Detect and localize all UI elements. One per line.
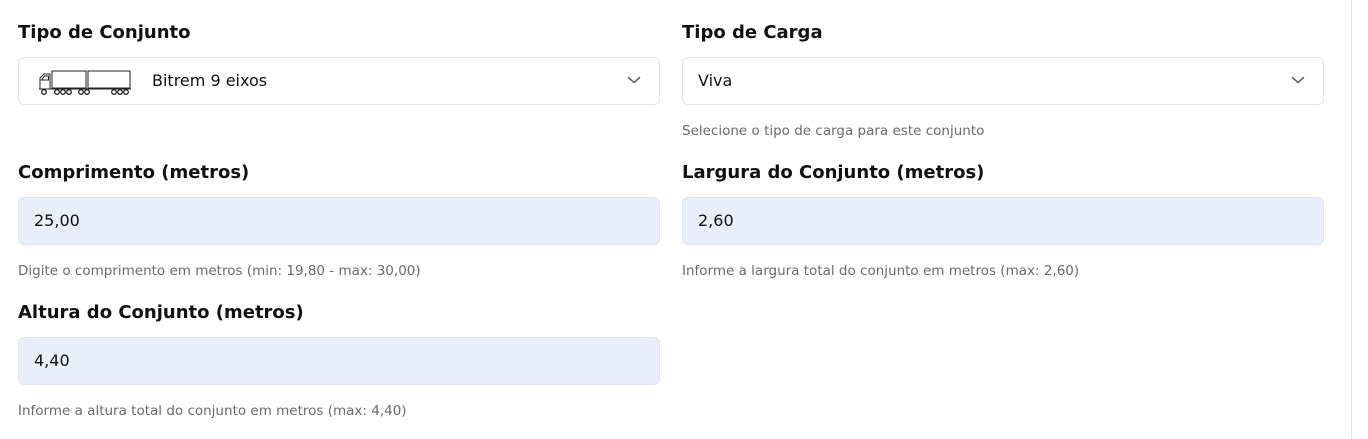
- chevron-down-icon: [627, 76, 641, 84]
- vehicle-form: Tipo de Conjunto Bitrem 9 eixos Tipo de …: [0, 0, 1368, 439]
- altura-label: Altura do Conjunto (metros): [18, 302, 304, 323]
- largura-input-value: 2,60: [698, 211, 734, 230]
- tipo-carga-selected-value: Viva: [698, 71, 733, 90]
- tipo-carga-helper-text: Selecione o tipo de carga para este conj…: [682, 123, 985, 139]
- truck-icon: [39, 70, 131, 95]
- chevron-down-icon: [1291, 76, 1305, 84]
- tipo-conjunto-selected-value: Bitrem 9 eixos: [152, 71, 268, 90]
- comprimento-input[interactable]: 25,00: [18, 197, 660, 245]
- altura-input-value: 4,40: [34, 351, 70, 370]
- largura-input[interactable]: 2,60: [682, 197, 1324, 245]
- tipo-carga-select[interactable]: Viva: [682, 57, 1324, 105]
- tipo-conjunto-select[interactable]: Bitrem 9 eixos: [18, 57, 660, 105]
- tipo-carga-label: Tipo de Carga: [682, 22, 823, 43]
- altura-input[interactable]: 4,40: [18, 337, 660, 385]
- scrollbar-track[interactable]: [1351, 0, 1352, 439]
- comprimento-helper-text: Digite o comprimento em metros (min: 19,…: [18, 263, 421, 279]
- comprimento-input-value: 25,00: [34, 211, 80, 230]
- tipo-conjunto-label: Tipo de Conjunto: [18, 22, 191, 43]
- comprimento-label: Comprimento (metros): [18, 162, 250, 183]
- largura-label: Largura do Conjunto (metros): [682, 162, 985, 183]
- largura-helper-text: Informe a largura total do conjunto em m…: [682, 263, 1080, 279]
- altura-helper-text: Informe a altura total do conjunto em me…: [18, 403, 407, 419]
